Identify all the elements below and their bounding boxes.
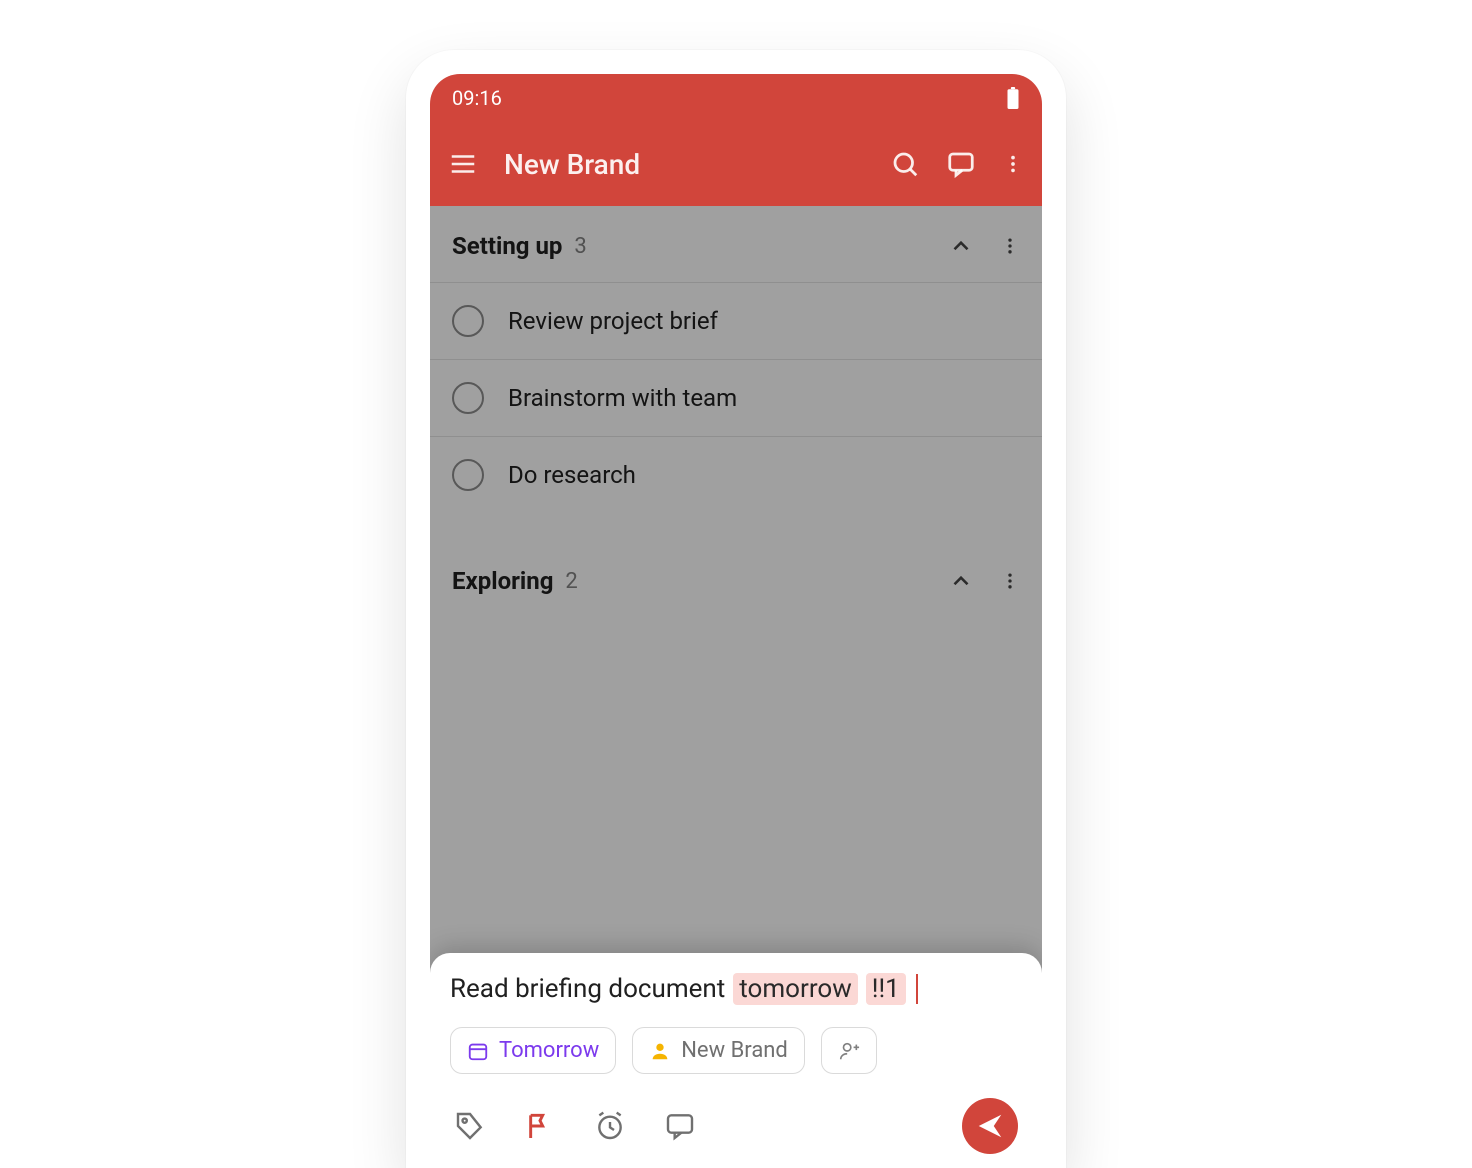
schedule-chip[interactable]: Tomorrow bbox=[450, 1027, 616, 1074]
statusbar: 09:16 bbox=[430, 74, 1042, 122]
quick-add-sheet: Read briefing document tomorrow !!1 Tomo… bbox=[430, 953, 1042, 1168]
date-token[interactable]: tomorrow bbox=[733, 973, 857, 1005]
chevron-up-icon[interactable] bbox=[948, 233, 974, 259]
section-header[interactable]: Setting up 3 bbox=[430, 206, 1042, 282]
comments-icon[interactable] bbox=[946, 149, 976, 179]
text-caret bbox=[916, 974, 918, 1004]
section-title: Setting up bbox=[452, 232, 562, 260]
priority-token[interactable]: !!1 bbox=[866, 973, 906, 1005]
task-row[interactable]: Review project brief bbox=[430, 282, 1042, 359]
section-overflow-icon[interactable] bbox=[1000, 568, 1020, 594]
overflow-menu-icon[interactable] bbox=[1002, 149, 1024, 179]
quick-add-input[interactable]: Read briefing document tomorrow !!1 bbox=[450, 973, 1022, 1005]
task-row[interactable]: Do research bbox=[430, 436, 1042, 513]
phone-screen: 09:16 New Brand bbox=[430, 74, 1042, 1168]
task-title: Brainstorm with team bbox=[508, 384, 737, 412]
task-row[interactable]: Brainstorm with team bbox=[430, 359, 1042, 436]
section-count: 2 bbox=[565, 569, 577, 594]
calendar-icon bbox=[467, 1040, 489, 1062]
project-chip[interactable]: New Brand bbox=[632, 1027, 805, 1074]
battery-icon bbox=[1006, 87, 1020, 109]
task-checkbox[interactable] bbox=[452, 305, 484, 337]
search-icon[interactable] bbox=[890, 149, 920, 179]
section-overflow-icon[interactable] bbox=[1000, 233, 1020, 259]
submit-button[interactable] bbox=[962, 1098, 1018, 1154]
content-scroll[interactable]: Setting up 3 Review project brief bbox=[430, 206, 1042, 1168]
person-plus-icon bbox=[838, 1040, 860, 1062]
schedule-chip-label: Tomorrow bbox=[499, 1038, 599, 1063]
assign-chip[interactable] bbox=[821, 1027, 877, 1074]
task-checkbox[interactable] bbox=[452, 382, 484, 414]
task-title: Do research bbox=[508, 461, 636, 489]
comment-icon[interactable] bbox=[664, 1110, 696, 1142]
section-count: 3 bbox=[574, 234, 586, 259]
alarm-icon[interactable] bbox=[594, 1110, 626, 1142]
app-toolbar: New Brand bbox=[430, 122, 1042, 206]
section-header[interactable]: Exploring 2 bbox=[430, 541, 1042, 617]
chevron-up-icon[interactable] bbox=[948, 568, 974, 594]
statusbar-time: 09:16 bbox=[452, 86, 502, 110]
flag-icon[interactable] bbox=[524, 1110, 556, 1142]
quick-add-text: Read briefing document bbox=[450, 974, 725, 1004]
task-title: Review project brief bbox=[508, 307, 718, 335]
phone-frame: 09:16 New Brand bbox=[406, 50, 1066, 1168]
label-icon[interactable] bbox=[454, 1110, 486, 1142]
person-icon bbox=[649, 1040, 671, 1062]
toolbar-title: New Brand bbox=[504, 148, 864, 181]
project-chip-label: New Brand bbox=[681, 1038, 788, 1063]
section-title: Exploring bbox=[452, 567, 553, 595]
task-checkbox[interactable] bbox=[452, 459, 484, 491]
menu-icon[interactable] bbox=[448, 149, 478, 179]
send-icon bbox=[975, 1111, 1005, 1141]
